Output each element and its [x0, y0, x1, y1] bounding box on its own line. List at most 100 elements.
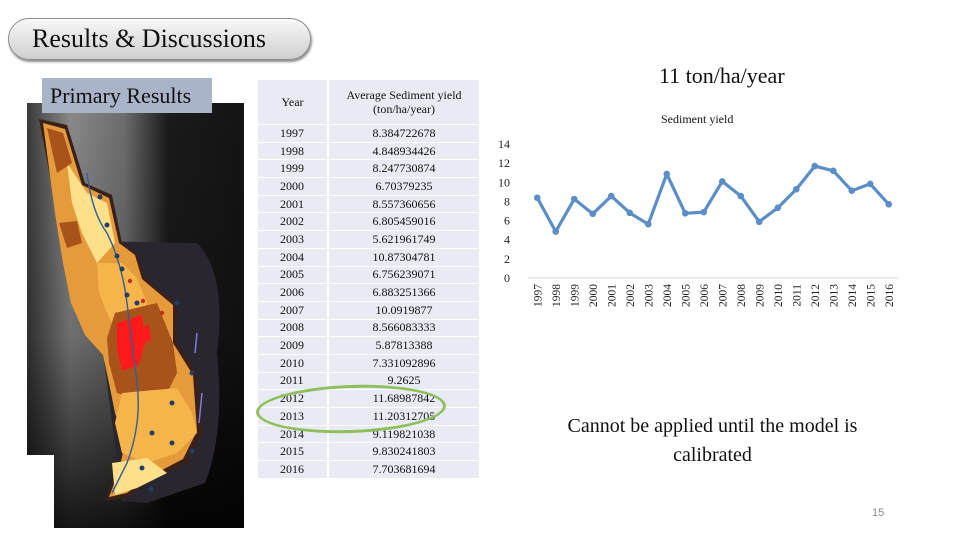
- cell-year: 2010: [258, 354, 329, 373]
- cell-year: 1999: [258, 160, 329, 179]
- cell-year: 2009: [258, 337, 329, 355]
- cell-year: 1998: [258, 142, 329, 161]
- cell-year: 2003: [258, 231, 329, 249]
- cell-sediment-yield: 6.805459016: [329, 213, 479, 232]
- data-point: [552, 228, 560, 235]
- data-point: [866, 180, 874, 188]
- table-row: 1997 8.384722678: [258, 125, 479, 143]
- data-point: [700, 208, 708, 216]
- table-row: 1998 4.848934426: [258, 142, 479, 161]
- x-tick-label: 2000: [588, 284, 600, 307]
- slide-title: Results & Discussions: [32, 24, 267, 53]
- data-point: [811, 162, 819, 170]
- y-tick-label: 0: [504, 271, 510, 285]
- data-point: [681, 210, 689, 217]
- data-point: [570, 195, 578, 203]
- cell-sediment-yield: 8.247730874: [329, 160, 479, 179]
- cell-year: 2005: [258, 266, 329, 285]
- column-header-sediment-yield: Average Sediment yield (ton/ha/year): [329, 80, 479, 125]
- x-tick-label: 2010: [773, 284, 785, 307]
- cell-sediment-yield: 5.87813388: [329, 337, 479, 355]
- x-tick-label: 2002: [625, 284, 637, 307]
- data-point: [848, 187, 856, 195]
- data-point: [533, 194, 541, 202]
- sediment-yield-chart: 0 2 4 6 8 10 12 14 1997 1998 1999 2000 2001 2002 2003 2…: [498, 137, 898, 307]
- cell-sediment-yield: 9.830241803: [329, 443, 479, 462]
- subbasin-critical: [139, 325, 151, 343]
- y-tick-label: 6: [504, 214, 510, 228]
- cell-sediment-yield: 10.87304781: [329, 248, 479, 267]
- cell-year: 2002: [258, 213, 329, 232]
- cell-sediment-yield: 6.70379235: [329, 178, 479, 196]
- x-tick-label: 1998: [551, 284, 563, 307]
- cell-sediment-yield: 8.384722678: [329, 125, 479, 143]
- data-point: [829, 167, 837, 175]
- table-row: 2015 9.830241803: [258, 443, 479, 462]
- cell-sediment-yield: 5.621961749: [329, 231, 479, 249]
- cell-sediment-yield: 8.557360656: [329, 195, 479, 214]
- data-point: [626, 209, 634, 217]
- highlight-note: 11 ton/ha/year: [659, 63, 785, 88]
- table-row: 1999 8.247730874: [258, 160, 479, 179]
- cell-year: 2000: [258, 178, 329, 196]
- x-tick-label: 2014: [847, 284, 859, 307]
- cell-sediment-yield: 6.883251366: [329, 284, 479, 302]
- data-point: [792, 186, 800, 193]
- x-tick-label: 2001: [606, 284, 618, 307]
- data-point: [663, 170, 671, 178]
- data-point: [774, 204, 782, 212]
- cell-sediment-yield: 6.756239071: [329, 266, 479, 285]
- chart-title: Sediment yield: [661, 112, 734, 126]
- x-tick-label: 2003: [643, 284, 655, 307]
- cell-year: 2007: [258, 301, 329, 320]
- table-row: 2006 6.883251366: [258, 284, 479, 302]
- table-row: 2000 6.70379235: [258, 178, 479, 196]
- x-tick-label: 2004: [662, 284, 674, 307]
- x-tick-label: 2007: [717, 284, 729, 307]
- cell-sediment-yield: 4.848934426: [329, 142, 479, 161]
- map-notch: [16, 455, 54, 528]
- watershed-map-graphic: [27, 103, 244, 528]
- slide-title-banner: Results & Discussions: [8, 18, 311, 60]
- cell-year: 2016: [258, 461, 329, 479]
- cell-year: 1997: [258, 125, 329, 143]
- table-row: 2003 5.621961749: [258, 231, 479, 249]
- data-point: [644, 220, 652, 228]
- data-point: [607, 192, 615, 200]
- cell-year: 2006: [258, 284, 329, 302]
- page-number: 15: [872, 507, 885, 519]
- cell-year: 2004: [258, 248, 329, 267]
- cell-sediment-yield: 7.703681694: [329, 461, 479, 479]
- table-row: 2016 7.703681694: [258, 461, 479, 479]
- x-tick-label: 2016: [884, 284, 896, 307]
- x-tick-label: 2009: [754, 284, 766, 307]
- table-header-row: Year Average Sediment yield (ton/ha/year…: [258, 80, 479, 125]
- y-tick-label: 4: [504, 233, 510, 247]
- cell-sediment-yield: 8.566083333: [329, 319, 479, 338]
- table-row: 2005 6.756239071: [258, 266, 479, 285]
- column-header-year: Year: [258, 80, 329, 125]
- cell-year: 2001: [258, 195, 329, 214]
- cell-year: 2015: [258, 443, 329, 462]
- calibration-note: Cannot be applied until the model is cal…: [567, 415, 858, 466]
- x-tick-label: 2013: [828, 284, 840, 307]
- data-point: [885, 200, 893, 208]
- table-row: 2009 5.87813388: [258, 337, 479, 355]
- x-tick-label: 2011: [791, 284, 803, 307]
- section-subtitle-box: Primary Results: [42, 78, 212, 113]
- y-tick-label: 8: [504, 194, 510, 208]
- series-line: [535, 164, 890, 234]
- table-row: 2001 8.557360656: [258, 195, 479, 214]
- cell-sediment-yield: 7.331092896: [329, 354, 479, 373]
- table-row: 2002 6.805459016: [258, 213, 479, 232]
- section-subtitle: Primary Results: [50, 83, 192, 108]
- watershed-map: [27, 103, 244, 528]
- table-row: 2010 7.331092896: [258, 354, 479, 373]
- table-row: 2004 10.87304781: [258, 248, 479, 267]
- cell-year: 2008: [258, 319, 329, 338]
- x-tick-label: 1999: [569, 284, 581, 307]
- y-tick-label: 2: [504, 252, 510, 266]
- x-tick-label: 2005: [680, 284, 692, 307]
- y-tick-label: 10: [498, 175, 510, 189]
- x-tick-label: 2008: [736, 284, 748, 307]
